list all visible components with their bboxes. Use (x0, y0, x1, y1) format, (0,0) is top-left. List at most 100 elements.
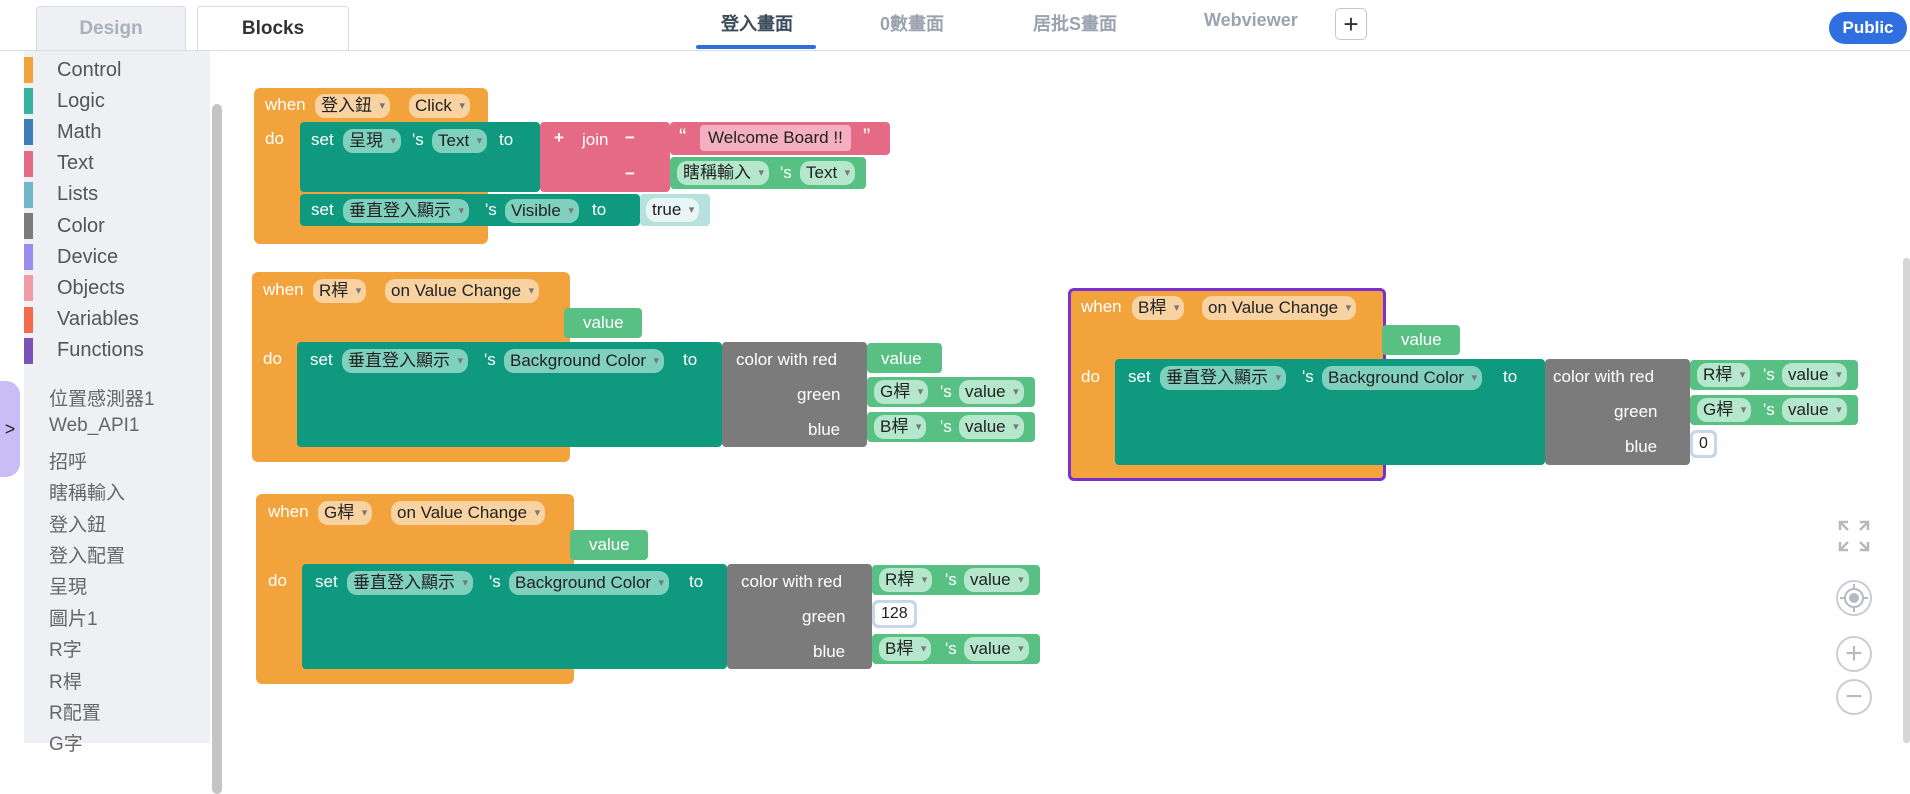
event-dropdown[interactable]: on Value Change (385, 279, 540, 303)
sidebar-category-9[interactable]: Functions (24, 337, 144, 364)
property-dropdown[interactable]: Visible (505, 199, 579, 223)
event-dropdown[interactable]: Click (409, 94, 470, 118)
minus-icon[interactable]: − (625, 164, 635, 184)
sidebar-category-0[interactable]: Control (24, 57, 121, 83)
block-keyword-label: 's (484, 350, 496, 369)
property-dropdown[interactable]: value (1782, 398, 1847, 422)
blocks-mode-button[interactable]: Blocks (197, 6, 349, 50)
tab-screen-login[interactable]: 登入畫面 (721, 10, 793, 36)
active-tab-indicator (696, 45, 816, 49)
component-dropdown[interactable]: 垂直登入顯示 (343, 199, 469, 223)
plus-icon[interactable]: + (554, 128, 564, 148)
component-dropdown[interactable]: G桿 (318, 501, 373, 525)
recenter-icon[interactable] (1836, 580, 1872, 616)
sidebar-component-item[interactable]: 呈現 (49, 572, 87, 599)
component-dropdown[interactable]: 垂直登入顯示 (347, 571, 473, 595)
do-label: do (265, 129, 284, 148)
sidebar-component-item[interactable]: 登入配置 (49, 541, 125, 568)
property-dropdown[interactable]: value (959, 380, 1024, 404)
category-color-swatch (24, 181, 33, 208)
category-label: Lists (57, 183, 99, 206)
number-block[interactable]: 128 (872, 600, 917, 628)
property-dropdown[interactable]: value (959, 415, 1024, 439)
category-label: Math (57, 120, 102, 143)
category-color-swatch (24, 306, 33, 333)
tab-screen-count[interactable]: 0數畫面 (880, 10, 944, 36)
component-dropdown[interactable]: R桿 (313, 279, 367, 303)
category-label: Logic (57, 89, 105, 112)
component-dropdown[interactable]: B桿 (1132, 296, 1185, 320)
component-dropdown[interactable]: 瞎稱輸入 (677, 161, 769, 185)
sidebar-category-3[interactable]: Text (24, 150, 94, 177)
sidebar-category-1[interactable]: Logic (24, 88, 105, 115)
sidebar-component-item[interactable]: R字 (49, 635, 82, 662)
sidebar-category-8[interactable]: Variables (24, 306, 139, 333)
component-dropdown[interactable]: 垂直登入顯示 (342, 349, 468, 373)
zoom-in-icon[interactable]: + (1836, 636, 1872, 672)
component-dropdown[interactable]: 呈現 (343, 129, 401, 153)
property-dropdown[interactable]: Background Color (504, 349, 665, 373)
sidebar-category-7[interactable]: Objects (24, 275, 125, 302)
tab-screen-s[interactable]: 居批S畫面 (1033, 10, 1117, 36)
component-dropdown[interactable]: G桿 (874, 380, 929, 404)
sidebar-component-item[interactable]: R桿 (49, 667, 82, 694)
block-keyword-label: set (311, 200, 334, 219)
number-field[interactable]: 0 (1693, 433, 1714, 455)
category-label: Color (57, 214, 105, 237)
category-label: Control (57, 58, 122, 81)
sidebar-scrollbar[interactable] (212, 104, 222, 794)
component-dropdown[interactable]: R桿 (1697, 363, 1751, 387)
property-dropdown[interactable]: value (964, 568, 1029, 592)
property-dropdown[interactable]: Background Color (509, 571, 670, 595)
component-dropdown[interactable]: 垂直登入顯示 (1160, 366, 1286, 390)
workspace-scrollbar[interactable] (1903, 258, 1910, 743)
block-keyword-label: color with red (736, 350, 838, 369)
component-dropdown[interactable]: B桿 (879, 637, 932, 661)
minus-icon[interactable]: − (625, 128, 635, 148)
boolean-dropdown[interactable]: true (646, 198, 700, 222)
zoom-out-icon[interactable]: − (1836, 679, 1872, 715)
sidebar-component-item[interactable]: 登入鈕 (49, 510, 106, 537)
sidebar-component-item[interactable]: R配置 (49, 698, 101, 725)
set-label: set (311, 130, 334, 149)
sidebar-component-item[interactable]: 圖片1 (49, 604, 98, 631)
block-keyword-label: 's (940, 417, 952, 436)
sidebar-component-item[interactable]: Web_API1 (49, 415, 139, 437)
component-dropdown[interactable]: G桿 (1697, 398, 1752, 422)
component-dropdown[interactable]: R桿 (879, 568, 933, 592)
event-dropdown[interactable]: on Value Change (1202, 296, 1357, 320)
block-keyword-label: to (689, 572, 704, 591)
public-button[interactable]: Public (1829, 12, 1907, 44)
fullscreen-icon[interactable] (1838, 520, 1870, 552)
sidebar-component-item[interactable]: 招呼 (49, 447, 87, 474)
design-mode-button[interactable]: Design (36, 6, 186, 50)
string-field[interactable]: Welcome Board !! (700, 125, 851, 151)
sidebar-component-item[interactable]: 位置感測器1 (49, 384, 155, 411)
block-keyword-label: blue (813, 642, 846, 661)
add-screen-button[interactable]: + (1335, 8, 1367, 40)
property-dropdown[interactable]: value (1782, 363, 1847, 387)
tab-screen-webviewer[interactable]: Webviewer (1204, 10, 1298, 31)
component-dropdown[interactable]: B桿 (874, 415, 927, 439)
property-dropdown[interactable]: Text (800, 161, 856, 185)
property-dropdown[interactable]: Text (432, 129, 488, 153)
category-color-swatch (24, 119, 33, 146)
category-color-swatch (24, 213, 33, 239)
category-color-swatch (24, 337, 33, 364)
sidebar-category-6[interactable]: Device (24, 244, 118, 271)
block-keyword-label: 's (412, 130, 424, 149)
blocks-workspace[interactable]: when 登入鈕 Click do set 呈現 's Text to + jo… (222, 51, 1910, 743)
sidebar-component-item[interactable]: 瞎稱輸入 (49, 478, 125, 505)
component-dropdown[interactable]: 登入鈕 (315, 94, 390, 118)
sidebar-category-2[interactable]: Math (24, 119, 102, 146)
block-keyword-label: to (499, 130, 514, 149)
expand-panel-handle[interactable]: > (0, 381, 20, 477)
property-dropdown[interactable]: Background Color (1322, 366, 1483, 390)
sidebar-category-4[interactable]: Lists (24, 181, 99, 208)
sidebar-category-5[interactable]: Color (24, 213, 105, 239)
event-dropdown[interactable]: on Value Change (391, 501, 546, 525)
property-dropdown[interactable]: value (964, 637, 1029, 661)
block-keyword-label: do (268, 571, 287, 590)
number-field[interactable]: 128 (875, 603, 914, 625)
number-block[interactable]: 0 (1690, 430, 1717, 458)
